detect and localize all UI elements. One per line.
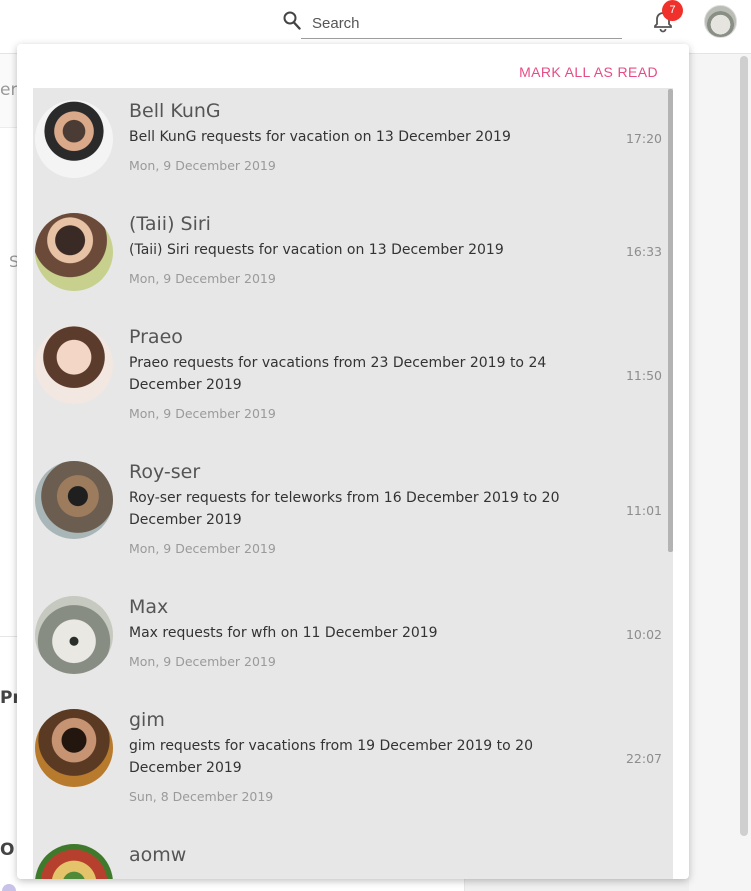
notification-item[interactable]: Praeo Praeo requests for vacations from … [33,314,673,449]
notification-message: Max requests for wfh on 11 December 2019 [129,625,438,641]
notification-date: Mon, 9 December 2019 [129,654,276,669]
notification-item[interactable]: Bell KunG Bell KunG requests for vacatio… [33,88,673,201]
search-icon [283,11,301,30]
notification-item[interactable]: Roy-ser Roy-ser requests for teleworks f… [33,449,673,584]
notification-date: Sun, 8 December 2019 [129,789,274,804]
notifications-dropdown: MARK ALL AS READ Bell KunG Bell KunG req… [17,44,689,879]
notification-sender: gim [129,709,165,731]
notification-time: 16:33 [625,244,662,259]
avatar [35,596,113,674]
notification-message: Praeo requests for vacations from 23 Dec… [129,355,547,393]
notification-item[interactable]: Max Max requests for wfh on 11 December … [33,584,673,697]
notification-sender: aomw [129,844,187,866]
notification-date: Mon, 9 December 2019 [129,541,276,556]
notification-time: 10:02 [625,627,662,642]
notification-sender: Max [129,596,169,618]
notification-time: 22:07 [625,751,662,766]
notification-sender: Bell KunG [129,100,221,122]
notification-time: 11:50 [625,368,662,383]
notification-sender: (Taii) Siri [129,213,211,235]
notification-sender: Praeo [129,326,183,348]
avatar [35,461,113,539]
search-bar [278,8,622,39]
notification-item[interactable]: (Taii) Siri (Taii) Siri requests for vac… [33,201,673,314]
notification-date: Mon, 9 December 2019 [129,158,276,173]
notification-message: (Taii) Siri requests for vacation on 13 … [129,242,504,258]
avatar [35,709,113,787]
user-avatar[interactable] [704,5,737,38]
notification-list-scrollbar[interactable] [668,89,673,552]
notification-sender: Roy-ser [129,461,201,483]
notification-list: Bell KunG Bell KunG requests for vacatio… [33,88,673,879]
mark-all-read-button[interactable]: MARK ALL AS READ [519,64,658,80]
background-icon [2,884,16,891]
notification-item[interactable]: aomw [33,832,673,879]
avatar [35,844,113,879]
background-text-fragment: O [0,840,15,860]
avatar [35,326,113,404]
notification-message: gim requests for vacations from 19 Decem… [129,738,533,776]
search-input[interactable] [301,8,622,39]
notification-time: 17:20 [625,131,662,146]
notification-message: Bell KunG requests for vacation on 13 De… [129,129,511,145]
page-scrollbar[interactable] [740,56,748,836]
avatar [35,100,113,178]
avatar [35,213,113,291]
notification-date: Mon, 9 December 2019 [129,406,276,421]
background-text-fragment: er [0,80,18,100]
notification-item[interactable]: gim gim requests for vacations from 19 D… [33,697,673,832]
notification-time: 11:01 [625,503,662,518]
notification-date: Mon, 9 December 2019 [129,271,276,286]
notification-message: Roy-ser requests for teleworks from 16 D… [129,490,560,528]
notification-badge: 7 [662,0,683,21]
